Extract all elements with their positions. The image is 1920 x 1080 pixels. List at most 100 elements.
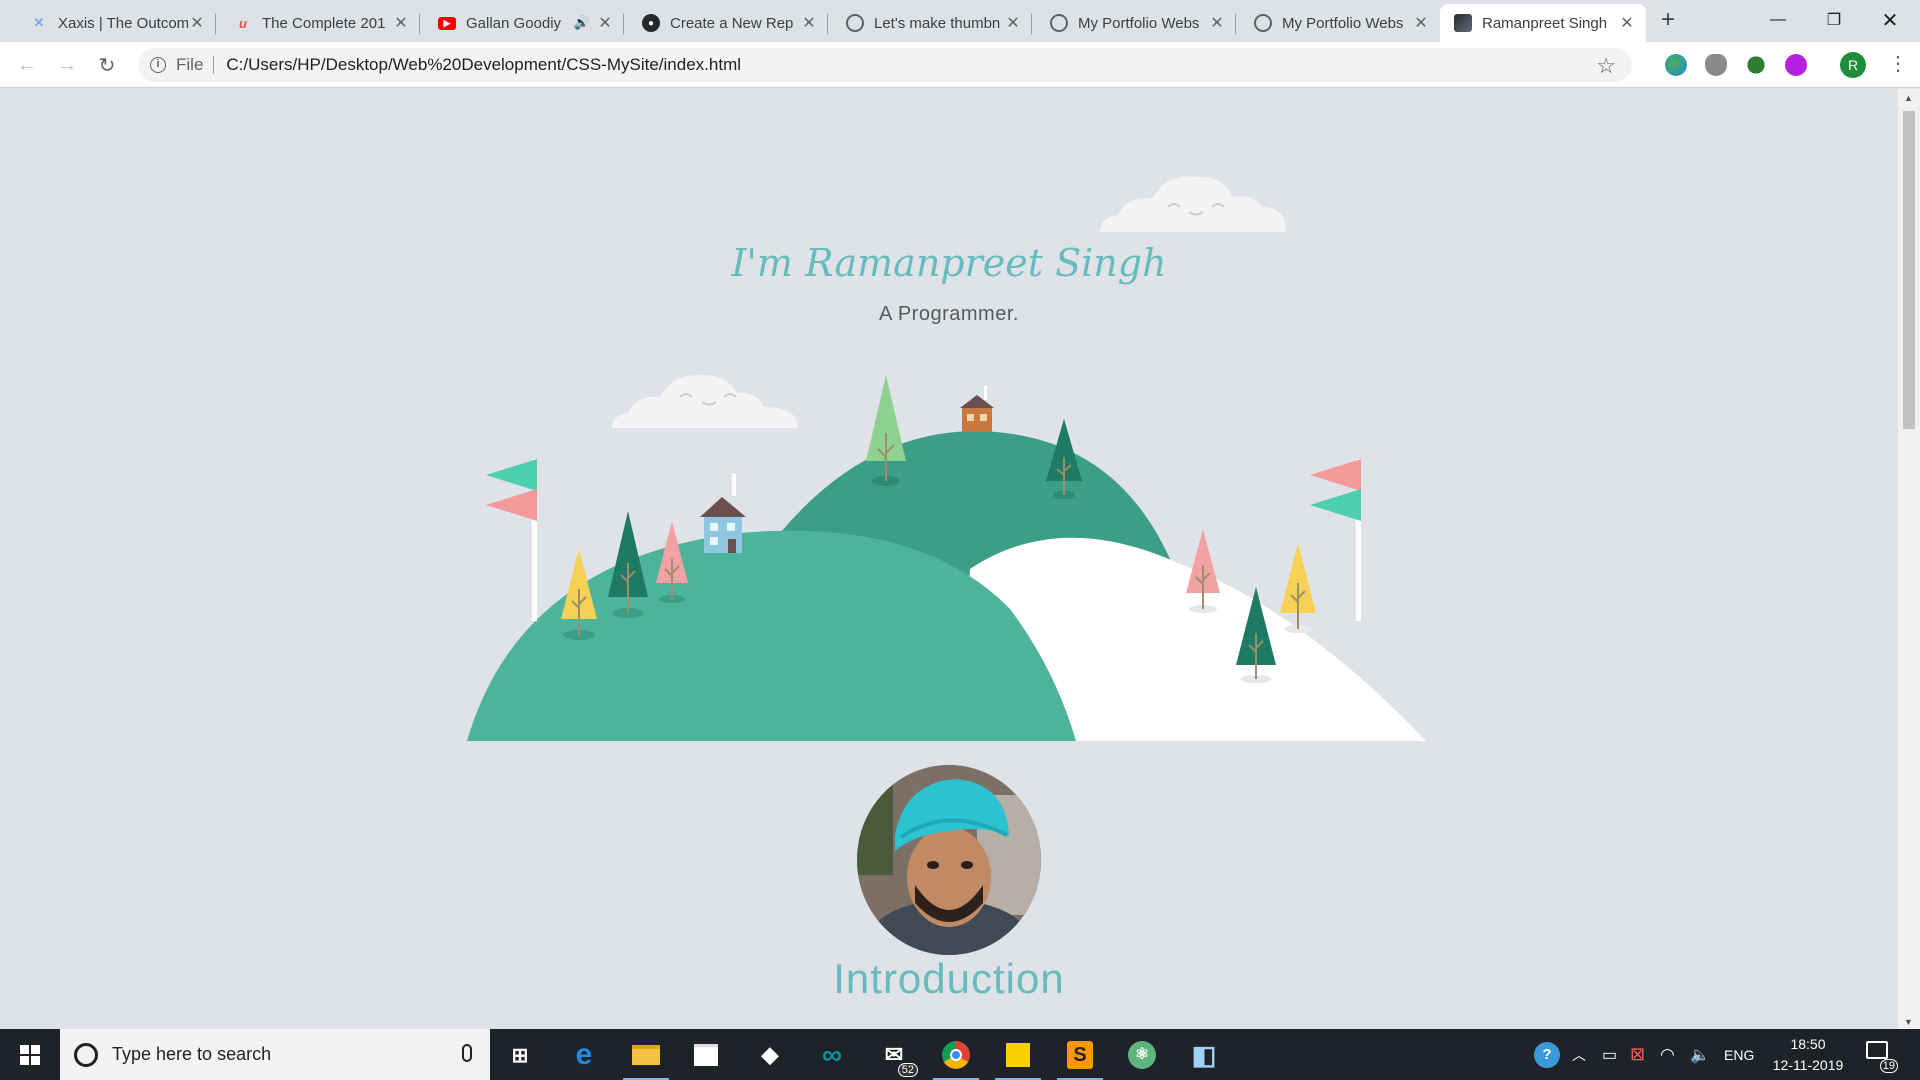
hero-subtitle: A Programmer. <box>879 303 1019 325</box>
reload-icon[interactable]: ↻ <box>94 52 120 78</box>
globe-icon <box>1050 14 1068 32</box>
windows-logo-icon <box>20 1044 40 1065</box>
tab-title: Gallan Goodiy <box>466 14 562 32</box>
scroll-down-icon[interactable]: ▼ <box>1904 1017 1913 1027</box>
github-icon: ● <box>642 14 660 32</box>
youtube-icon: ▶ <box>438 16 456 30</box>
sticky-notes-icon[interactable] <box>995 1037 1041 1080</box>
globe-icon <box>1254 14 1272 32</box>
cortana-icon <box>74 1042 98 1067</box>
dropbox-icon[interactable]: ◆ <box>752 1037 788 1073</box>
task-view-icon[interactable]: ⊞ <box>502 1037 538 1073</box>
tab-strip: ✕ Xaxis | The Outcom ✕ u The Complete 20… <box>0 0 1920 42</box>
notification-count: 19 <box>1879 1059 1898 1073</box>
globe-icon <box>846 14 864 32</box>
hero-name: I'm Ramanpreet Singh <box>731 241 1167 285</box>
bookmark-star-icon[interactable]: ☆ <box>1596 53 1616 79</box>
menu-kebab-icon[interactable]: ⋮ <box>1888 54 1908 74</box>
extension-globe-icon[interactable] <box>1665 54 1687 76</box>
language-indicator[interactable]: ENG <box>1724 1029 1754 1080</box>
address-bar[interactable]: i File C:/Users/HP/Desktop/Web%20Develop… <box>138 48 1632 82</box>
browser-toolbar: ← → ↻ i File C:/Users/HP/Desktop/Web%20D… <box>0 42 1920 88</box>
close-icon[interactable]: ✕ <box>1618 13 1636 33</box>
section-title-introduction: Introduction <box>833 955 1065 1002</box>
xaxis-icon: ✕ <box>33 15 45 30</box>
mail-icon[interactable]: ✉ 52 <box>876 1037 918 1077</box>
extension-html-icon[interactable] <box>1745 54 1767 76</box>
window-close-icon[interactable]: ✕ <box>1862 0 1918 40</box>
sublime-text-icon[interactable]: S <box>1057 1037 1103 1080</box>
tab-title: My Portfolio Webs <box>1078 14 1200 32</box>
show-hidden-icons[interactable]: ︿ <box>1572 1029 1586 1080</box>
udemy-icon: u <box>239 15 247 31</box>
windows-taskbar: Type here to search ⊞ e ◆ ∞ ✉ 52 S ⚛ ◧ ?… <box>0 1029 1920 1080</box>
tree-yellow-right <box>1280 543 1316 633</box>
close-icon[interactable]: ✕ <box>188 13 206 33</box>
tab-thumbnail[interactable]: Let's make thumbn ✕ <box>832 4 1032 42</box>
scrollbar-thumb[interactable] <box>1903 111 1915 429</box>
url-text[interactable]: C:/Users/HP/Desktop/Web%20Development/CS… <box>226 55 741 75</box>
volume-icon[interactable]: 🔈 <box>1690 1029 1710 1080</box>
profile-avatar[interactable]: R <box>1840 52 1866 78</box>
new-tab-button[interactable]: + <box>1656 6 1680 34</box>
battery-icon[interactable]: ▭ <box>1602 1029 1617 1080</box>
tab-github[interactable]: ● Create a New Rep ✕ <box>628 4 828 42</box>
close-icon[interactable]: ✕ <box>596 13 614 33</box>
wifi-icon[interactable]: ◠ <box>1660 1029 1675 1080</box>
security-alert-icon[interactable]: ⊠ <box>1630 1029 1645 1080</box>
tab-udemy[interactable]: u The Complete 201 ✕ <box>220 4 420 42</box>
store-icon[interactable] <box>688 1037 724 1073</box>
cloud-top <box>1100 176 1286 232</box>
system-clock[interactable]: 18:50 12-11-2019 <box>1764 1034 1852 1076</box>
extension-bug-icon[interactable] <box>1705 54 1727 76</box>
tab-title: Ramanpreet Singh <box>1482 14 1608 32</box>
tab-title: Create a New Rep <box>670 14 794 32</box>
cloud-left <box>612 374 798 428</box>
atom-icon[interactable]: ⚛ <box>1124 1037 1160 1073</box>
close-icon[interactable]: ✕ <box>1208 13 1226 33</box>
tab-portfolio-1[interactable]: My Portfolio Webs ✕ <box>1036 4 1236 42</box>
mail-badge: 52 <box>897 1063 918 1077</box>
info-icon[interactable]: i <box>150 57 166 73</box>
tab-title: Xaxis | The Outcom <box>58 14 188 32</box>
site-thumbnail-icon <box>1454 14 1472 32</box>
tab-ramanpreet-singh[interactable]: Ramanpreet Singh ✕ <box>1440 4 1646 42</box>
clock-date: 12-11-2019 <box>1772 1057 1844 1073</box>
microphone-icon[interactable] <box>462 1044 472 1062</box>
close-icon[interactable]: ✕ <box>1004 13 1022 33</box>
clock-time: 18:50 <box>1790 1036 1826 1052</box>
tab-youtube[interactable]: ▶ Gallan Goodiy 🔊 ✕ <box>424 4 624 42</box>
scheme-label: File <box>176 55 204 74</box>
audio-playing-icon[interactable]: 🔊 <box>574 15 590 31</box>
forward-icon[interactable]: → <box>54 52 80 78</box>
app-window-icon[interactable]: ◧ <box>1186 1037 1222 1073</box>
back-icon[interactable]: ← <box>14 52 40 78</box>
taskbar-search[interactable]: Type here to search <box>60 1029 490 1080</box>
help-icon[interactable]: ? <box>1534 1029 1560 1080</box>
chrome-icon[interactable] <box>933 1037 979 1080</box>
restore-icon[interactable]: ❐ <box>1806 0 1862 40</box>
close-icon[interactable]: ✕ <box>392 13 410 33</box>
extension-purple-icon[interactable] <box>1785 54 1807 76</box>
close-icon[interactable]: ✕ <box>1412 13 1430 33</box>
tab-title: Let's make thumbn <box>874 14 1001 32</box>
flag-left <box>486 459 537 621</box>
file-explorer-icon[interactable] <box>623 1037 669 1080</box>
arduino-icon[interactable]: ∞ <box>814 1037 850 1073</box>
tab-xaxis[interactable]: ✕ Xaxis | The Outcom ✕ <box>16 4 216 42</box>
house-left <box>700 474 746 553</box>
scroll-up-icon[interactable]: ▲ <box>1904 93 1913 103</box>
action-center-icon[interactable]: 19 <box>1866 1041 1898 1073</box>
page-scrollbar[interactable]: ▲ ▼ <box>1898 89 1920 1029</box>
edge-icon[interactable]: e <box>566 1037 602 1073</box>
tab-portfolio-2[interactable]: My Portfolio Webs ✕ <box>1240 4 1440 42</box>
house-center <box>960 386 994 432</box>
tab-title: The Complete 201 <box>262 14 386 32</box>
tab-title: My Portfolio Webs <box>1282 14 1404 32</box>
search-placeholder: Type here to search <box>112 1044 272 1064</box>
close-icon[interactable]: ✕ <box>800 13 818 33</box>
flag-right <box>1310 459 1361 621</box>
profile-photo <box>857 765 1041 955</box>
minimize-icon[interactable]: — <box>1750 0 1806 40</box>
start-button[interactable] <box>0 1029 60 1080</box>
